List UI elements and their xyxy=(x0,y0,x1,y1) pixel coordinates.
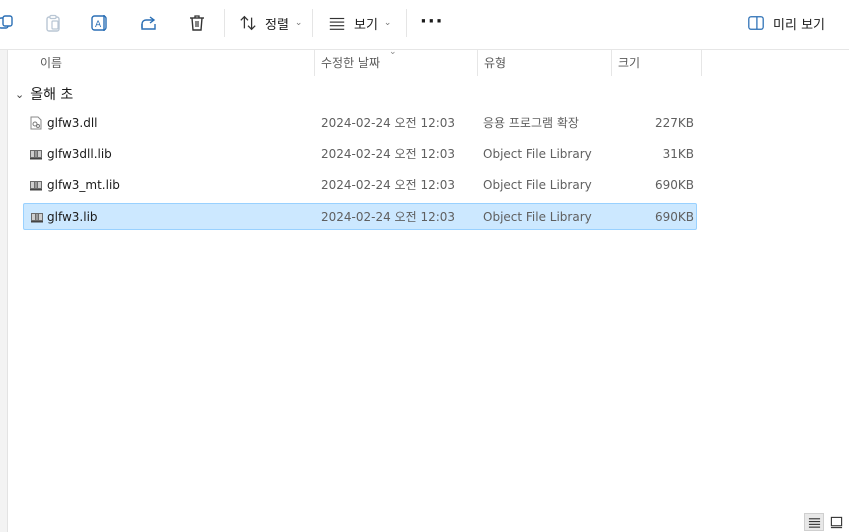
navigation-pane-edge[interactable] xyxy=(0,50,8,532)
lib-file-icon xyxy=(30,181,42,191)
view-icon xyxy=(329,17,345,30)
share-icon[interactable] xyxy=(138,12,160,34)
file-row-selected[interactable]: glfw3.lib 2024-02-24 오전 12:03 Object Fil… xyxy=(23,203,697,230)
command-bar: A 정렬 ⌄ 보기 ⌄ ··· 미리 보기 xyxy=(0,0,849,46)
view-label: 보기 xyxy=(354,17,378,33)
file-modified: 2024-02-24 오전 12:03 xyxy=(321,210,456,224)
toolbar-separator xyxy=(406,9,407,37)
file-type: Object File Library xyxy=(483,147,592,161)
more-icon[interactable]: ··· xyxy=(420,13,444,31)
paste-icon xyxy=(42,12,64,34)
column-header-type[interactable]: 유형 xyxy=(484,50,506,76)
file-size: 690KB xyxy=(654,210,694,224)
preview-pane-button[interactable]: 미리 보기 xyxy=(747,12,825,34)
copy-icon[interactable] xyxy=(0,12,16,34)
column-header-size[interactable]: 크기 xyxy=(618,50,640,76)
group-header[interactable]: ⌄ 올해 초 xyxy=(15,84,73,104)
chevron-down-icon: ⌄ xyxy=(383,18,392,28)
column-header-row: 이름 수정한 날짜 유형 크기 xyxy=(8,50,849,76)
rename-icon[interactable]: A xyxy=(89,12,111,34)
column-header-modified[interactable]: 수정한 날짜 xyxy=(321,50,380,76)
group-label: 올해 초 xyxy=(30,87,74,103)
lib-file-icon xyxy=(31,213,43,223)
file-modified: 2024-02-24 오전 12:03 xyxy=(321,116,456,130)
dll-file-icon xyxy=(30,116,42,130)
column-divider[interactable] xyxy=(314,50,315,76)
preview-pane-icon xyxy=(748,16,764,30)
large-icons-view-icon[interactable] xyxy=(826,513,846,531)
column-divider[interactable] xyxy=(701,50,702,76)
file-row[interactable]: glfw3.dll 2024-02-24 오전 12:03 응용 프로그램 확장… xyxy=(23,110,697,137)
delete-icon[interactable] xyxy=(186,12,208,34)
chevron-down-icon: ⌄ xyxy=(15,87,25,101)
toolbar-separator xyxy=(312,9,313,37)
file-name: glfw3.dll xyxy=(47,116,98,130)
column-header-name[interactable]: 이름 xyxy=(40,50,62,76)
lib-file-icon xyxy=(30,150,42,160)
file-name: glfw3.lib xyxy=(47,210,98,224)
toolbar-separator xyxy=(224,9,225,37)
file-name: glfw3dll.lib xyxy=(47,147,112,161)
sort-indicator-icon: ⌄ xyxy=(389,47,397,57)
view-button[interactable]: 보기 ⌄ xyxy=(328,11,391,35)
file-modified: 2024-02-24 오전 12:03 xyxy=(321,178,456,192)
file-size: 227KB xyxy=(654,116,694,130)
file-modified: 2024-02-24 오전 12:03 xyxy=(321,147,456,161)
chevron-down-icon: ⌄ xyxy=(294,18,303,28)
sort-button[interactable]: 정렬 ⌄ xyxy=(239,11,302,35)
sort-label: 정렬 xyxy=(265,17,289,33)
sort-icon xyxy=(240,15,256,31)
file-row[interactable]: glfw3dll.lib 2024-02-24 오전 12:03 Object … xyxy=(23,141,697,168)
column-divider[interactable] xyxy=(477,50,478,76)
file-size: 690KB xyxy=(654,178,694,192)
file-size: 31KB xyxy=(662,147,694,161)
file-name: glfw3_mt.lib xyxy=(47,178,120,192)
file-type: Object File Library xyxy=(483,210,592,224)
column-divider[interactable] xyxy=(611,50,612,76)
svg-text:A: A xyxy=(95,20,102,30)
file-type: 응용 프로그램 확장 xyxy=(483,116,579,130)
file-type: Object File Library xyxy=(483,178,592,192)
file-row[interactable]: glfw3_mt.lib 2024-02-24 오전 12:03 Object … xyxy=(23,172,697,199)
preview-label: 미리 보기 xyxy=(773,17,825,33)
details-view-icon[interactable] xyxy=(804,513,824,531)
